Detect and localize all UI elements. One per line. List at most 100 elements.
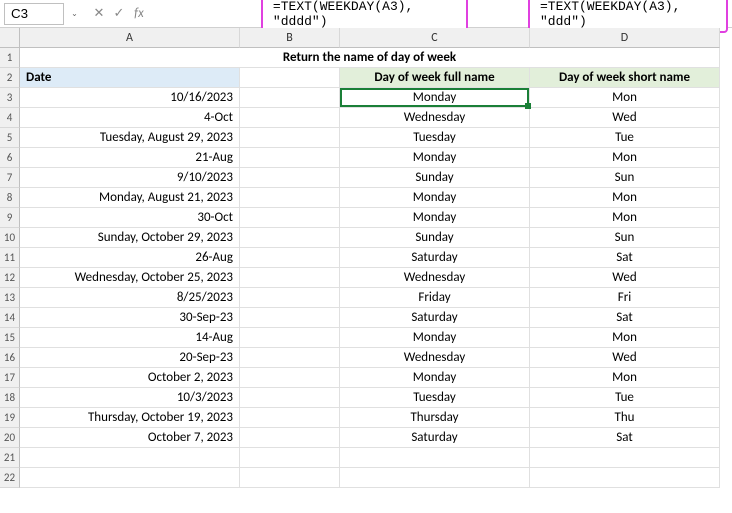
cell-date[interactable]: Monday, August 21, 2023 xyxy=(20,188,240,208)
cell-full[interactable]: Monday xyxy=(340,328,530,348)
row-header-3[interactable]: 3 xyxy=(0,88,20,108)
header-date[interactable]: Date xyxy=(20,68,240,88)
cell-full[interactable]: Wednesday xyxy=(340,108,530,128)
cell-date[interactable] xyxy=(20,448,240,468)
cell-short[interactable]: Mon xyxy=(530,208,720,228)
row-header-13[interactable]: 13 xyxy=(0,288,20,308)
cell-date[interactable]: 26-Aug xyxy=(20,248,240,268)
cell-short[interactable]: Sat xyxy=(530,248,720,268)
confirm-icon[interactable]: ✓ xyxy=(111,6,127,21)
row-header-1[interactable]: 1 xyxy=(0,48,20,68)
row-header-19[interactable]: 19 xyxy=(0,408,20,428)
cell-full[interactable]: Monday xyxy=(340,368,530,388)
cell-date[interactable]: 21-Aug xyxy=(20,148,240,168)
cell-date[interactable]: Thursday, October 19, 2023 xyxy=(20,408,240,428)
cell-short[interactable]: Tue xyxy=(530,128,720,148)
cell[interactable] xyxy=(240,308,340,328)
cell-full[interactable] xyxy=(340,448,530,468)
cell-date[interactable]: 10/3/2023 xyxy=(20,388,240,408)
cell-date[interactable]: 20-Sep-23 xyxy=(20,348,240,368)
cell[interactable] xyxy=(240,368,340,388)
cell-short[interactable]: Mon xyxy=(530,368,720,388)
row-header-14[interactable]: 14 xyxy=(0,308,20,328)
cell-date[interactable] xyxy=(20,468,240,488)
row-header-15[interactable]: 15 xyxy=(0,328,20,348)
cell-date[interactable]: Sunday, October 29, 2023 xyxy=(20,228,240,248)
cell[interactable] xyxy=(240,228,340,248)
header-full[interactable]: Day of week full name xyxy=(340,68,530,88)
cell[interactable] xyxy=(240,68,340,88)
cell-date[interactable]: 30-Oct xyxy=(20,208,240,228)
cell-short[interactable]: Sun xyxy=(530,168,720,188)
cell-full[interactable]: Thursday xyxy=(340,408,530,428)
row-header-4[interactable]: 4 xyxy=(0,108,20,128)
cell-date[interactable]: 30-Sep-23 xyxy=(20,308,240,328)
col-header-a[interactable]: A xyxy=(20,28,240,48)
cancel-icon[interactable]: ✕ xyxy=(91,6,107,21)
row-header-12[interactable]: 12 xyxy=(0,268,20,288)
cell-date[interactable]: 8/25/2023 xyxy=(20,288,240,308)
col-header-b[interactable]: B xyxy=(240,28,340,48)
cell-short[interactable]: Wed xyxy=(530,348,720,368)
row-header-9[interactable]: 9 xyxy=(0,208,20,228)
row-header-5[interactable]: 5 xyxy=(0,128,20,148)
cell[interactable] xyxy=(240,468,340,488)
col-header-c[interactable]: C xyxy=(340,28,530,48)
cell-full[interactable]: Tuesday xyxy=(340,388,530,408)
cell-full[interactable]: Saturday xyxy=(340,428,530,448)
cell[interactable] xyxy=(240,148,340,168)
cell-full[interactable]: Monday xyxy=(340,148,530,168)
title-cell[interactable]: Return the name of day of week xyxy=(20,48,720,68)
cell-date[interactable]: 10/16/2023 xyxy=(20,88,240,108)
cell[interactable] xyxy=(240,248,340,268)
cell[interactable] xyxy=(240,208,340,228)
cell-short[interactable]: Sat xyxy=(530,428,720,448)
cell-short[interactable]: Wed xyxy=(530,268,720,288)
cell-full[interactable]: Monday xyxy=(340,208,530,228)
cell-short[interactable]: Wed xyxy=(530,108,720,128)
cell-date[interactable]: Wednesday, October 25, 2023 xyxy=(20,268,240,288)
cell-short[interactable]: Mon xyxy=(530,88,720,108)
cell-short[interactable]: Mon xyxy=(530,188,720,208)
cell-short[interactable]: Sun xyxy=(530,228,720,248)
cell[interactable] xyxy=(240,348,340,368)
cell-short[interactable]: Thu xyxy=(530,408,720,428)
row-header-8[interactable]: 8 xyxy=(0,188,20,208)
cell-full[interactable]: Sunday xyxy=(340,168,530,188)
row-header-10[interactable]: 10 xyxy=(0,228,20,248)
cell-date[interactable]: 9/10/2023 xyxy=(20,168,240,188)
cell[interactable] xyxy=(240,108,340,128)
cell-date[interactable]: October 2, 2023 xyxy=(20,368,240,388)
cell-full[interactable]: Monday xyxy=(340,88,530,108)
cell-full[interactable]: Sunday xyxy=(340,228,530,248)
row-header-18[interactable]: 18 xyxy=(0,388,20,408)
cell-full[interactable]: Wednesday xyxy=(340,268,530,288)
col-header-d[interactable]: D xyxy=(530,28,720,48)
cell-short[interactable]: Sat xyxy=(530,308,720,328)
row-header-16[interactable]: 16 xyxy=(0,348,20,368)
name-box[interactable] xyxy=(4,3,64,25)
cell-short[interactable]: Mon xyxy=(530,148,720,168)
row-header-7[interactable]: 7 xyxy=(0,168,20,188)
cell-date[interactable]: 14-Aug xyxy=(20,328,240,348)
cell[interactable] xyxy=(240,168,340,188)
row-header-22[interactable]: 22 xyxy=(0,468,20,488)
cell[interactable] xyxy=(240,388,340,408)
cell-short[interactable] xyxy=(530,468,720,488)
row-header-21[interactable]: 21 xyxy=(0,448,20,468)
cell-full[interactable]: Friday xyxy=(340,288,530,308)
formula-input[interactable] xyxy=(157,3,212,25)
cell-date[interactable]: October 7, 2023 xyxy=(20,428,240,448)
cell[interactable] xyxy=(240,408,340,428)
cell-date[interactable]: Tuesday, August 29, 2023 xyxy=(20,128,240,148)
row-header-6[interactable]: 6 xyxy=(0,148,20,168)
corner-select-all[interactable] xyxy=(0,28,20,48)
cell[interactable] xyxy=(240,328,340,348)
cell[interactable] xyxy=(240,448,340,468)
cell-full[interactable]: Tuesday xyxy=(340,128,530,148)
cell[interactable] xyxy=(240,268,340,288)
cell[interactable] xyxy=(240,288,340,308)
cell[interactable] xyxy=(240,88,340,108)
cell-short[interactable]: Mon xyxy=(530,328,720,348)
name-box-dropdown[interactable]: ⌄ xyxy=(68,3,81,25)
